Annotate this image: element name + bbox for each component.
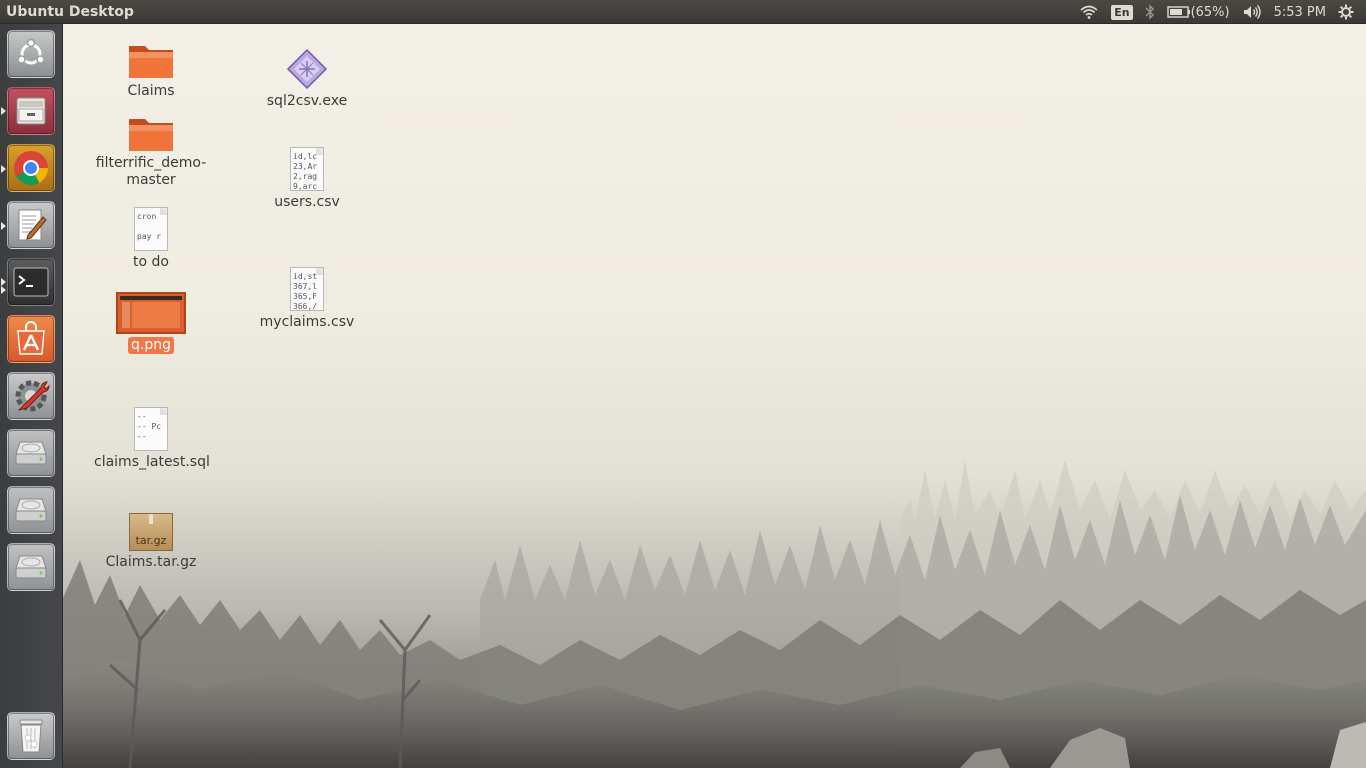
- battery-percentage: (65%): [1190, 4, 1230, 20]
- window-title: Ubuntu Desktop: [6, 4, 134, 20]
- file-preview-line: 2,rag: [293, 172, 318, 181]
- hard-drive-icon: [15, 555, 47, 579]
- text-file-icon: id,lc 23,Ar 2,rag 9,arc: [290, 147, 324, 191]
- file-preview-line: pay r: [137, 232, 162, 241]
- hard-drive-icon: [15, 441, 47, 465]
- drive-1-launcher-button[interactable]: [7, 429, 55, 477]
- clock[interactable]: 5:53 PM: [1274, 5, 1326, 20]
- trash-icon: [19, 719, 43, 753]
- wifi-icon[interactable]: [1079, 4, 1099, 20]
- desktop-icon-q-png[interactable]: q.png: [91, 292, 211, 354]
- battery-icon: [1166, 6, 1190, 18]
- keyboard-layout-indicator[interactable]: En: [1111, 4, 1133, 20]
- desktop-icon-todo[interactable]: cron pay r to do: [91, 207, 211, 271]
- volume-icon[interactable]: [1242, 4, 1262, 20]
- archive-badge: tar.gz: [135, 534, 167, 547]
- battery-indicator[interactable]: (65%): [1166, 4, 1230, 20]
- software-center-launcher-button[interactable]: [7, 315, 55, 363]
- running-indicator: [1, 165, 6, 173]
- text-file-icon: cron pay r: [134, 207, 168, 251]
- executable-icon: [286, 48, 328, 90]
- desktop-icon-label: to do: [133, 254, 169, 270]
- terminal-icon: [13, 267, 49, 297]
- files-launcher-button[interactable]: [7, 87, 55, 135]
- desktop-icon-label: claims_latest.sql: [94, 454, 210, 470]
- file-preview-line: --: [137, 412, 147, 421]
- chrome-launcher-button[interactable]: [7, 144, 55, 192]
- system-tray: En (65%) 5:53 PM: [1079, 0, 1366, 24]
- desktop-icon-users-csv[interactable]: id,lc 23,Ar 2,rag 9,arc users.csv: [247, 147, 367, 211]
- desktop-icon-sql2csv-exe[interactable]: sql2csv.exe: [247, 48, 367, 110]
- file-preview-line: 366,/: [293, 302, 318, 311]
- launcher: [0, 24, 63, 768]
- desktop-icon-claims-latest-sql[interactable]: -- -- Pc -- claims_latest.sql: [91, 407, 211, 471]
- terminal-launcher-button[interactable]: [7, 258, 55, 306]
- file-cabinet-icon: [16, 97, 46, 125]
- trash-launcher-button[interactable]: [7, 712, 55, 760]
- bluetooth-icon[interactable]: [1145, 4, 1155, 20]
- folder-icon: [129, 119, 173, 151]
- file-preview-line: 23,Ar: [293, 162, 318, 171]
- ubuntu-logo-icon: [17, 38, 45, 65]
- desktop-icon-label: Claims.tar.gz: [105, 554, 197, 570]
- desktop-icon-label: sql2csv.exe: [266, 93, 348, 109]
- software-center-icon: [17, 321, 45, 355]
- file-preview-line: [137, 222, 165, 232]
- dash-home-button[interactable]: [7, 30, 55, 78]
- running-indicator: [1, 222, 6, 230]
- desktop-icon-label: filterrific_demo- master: [95, 155, 207, 188]
- text-editor-icon: [18, 209, 47, 241]
- text-editor-launcher-button[interactable]: [7, 201, 55, 249]
- archive-icon: tar.gz: [129, 513, 173, 551]
- file-preview-line: cron: [137, 212, 157, 221]
- file-preview-line: 9,arc: [293, 182, 318, 191]
- file-preview-line: --: [137, 432, 147, 441]
- file-preview-line: id,lc: [293, 152, 318, 161]
- chrome-icon: [14, 151, 48, 185]
- desktop-icon-label: users.csv: [274, 194, 340, 210]
- folder-icon: [129, 46, 173, 78]
- desktop-icon-claims-folder[interactable]: Claims: [91, 40, 211, 100]
- text-file-icon: -- -- Pc --: [134, 407, 168, 451]
- file-preview-line: 365,F: [293, 292, 318, 301]
- file-preview-line: id,st: [293, 272, 318, 281]
- system-settings-launcher-button[interactable]: [7, 372, 55, 420]
- file-preview-line: -- Pc: [137, 422, 162, 431]
- running-indicator: [1, 286, 6, 294]
- gear-icon[interactable]: [1338, 4, 1354, 20]
- running-indicator: [1, 278, 6, 286]
- text-file-icon: id,st 367,l 365,F 366,/: [290, 267, 324, 311]
- desktop-icon-claims-tar-gz[interactable]: tar.gz Claims.tar.gz: [91, 513, 211, 571]
- settings-wrench-icon: [15, 380, 50, 412]
- running-indicator: [1, 107, 6, 115]
- hard-drive-icon: [15, 498, 47, 522]
- image-thumbnail-icon: [116, 292, 186, 334]
- desktop-icon-label: Claims: [127, 83, 175, 99]
- file-preview-line: 367,l: [293, 282, 318, 291]
- drive-2-launcher-button[interactable]: [7, 486, 55, 534]
- drive-3-launcher-button[interactable]: [7, 543, 55, 591]
- desktop-icon-filterrific-folder[interactable]: filterrific_demo- master: [91, 113, 211, 189]
- desktop-icon-myclaims-csv[interactable]: id,st 367,l 365,F 366,/ myclaims.csv: [247, 267, 367, 331]
- desktop-icon-label: myclaims.csv: [259, 314, 355, 330]
- top-panel: Ubuntu Desktop En (65%) 5:53 PM: [0, 0, 1366, 24]
- desktop-icon-label: q.png: [128, 337, 174, 354]
